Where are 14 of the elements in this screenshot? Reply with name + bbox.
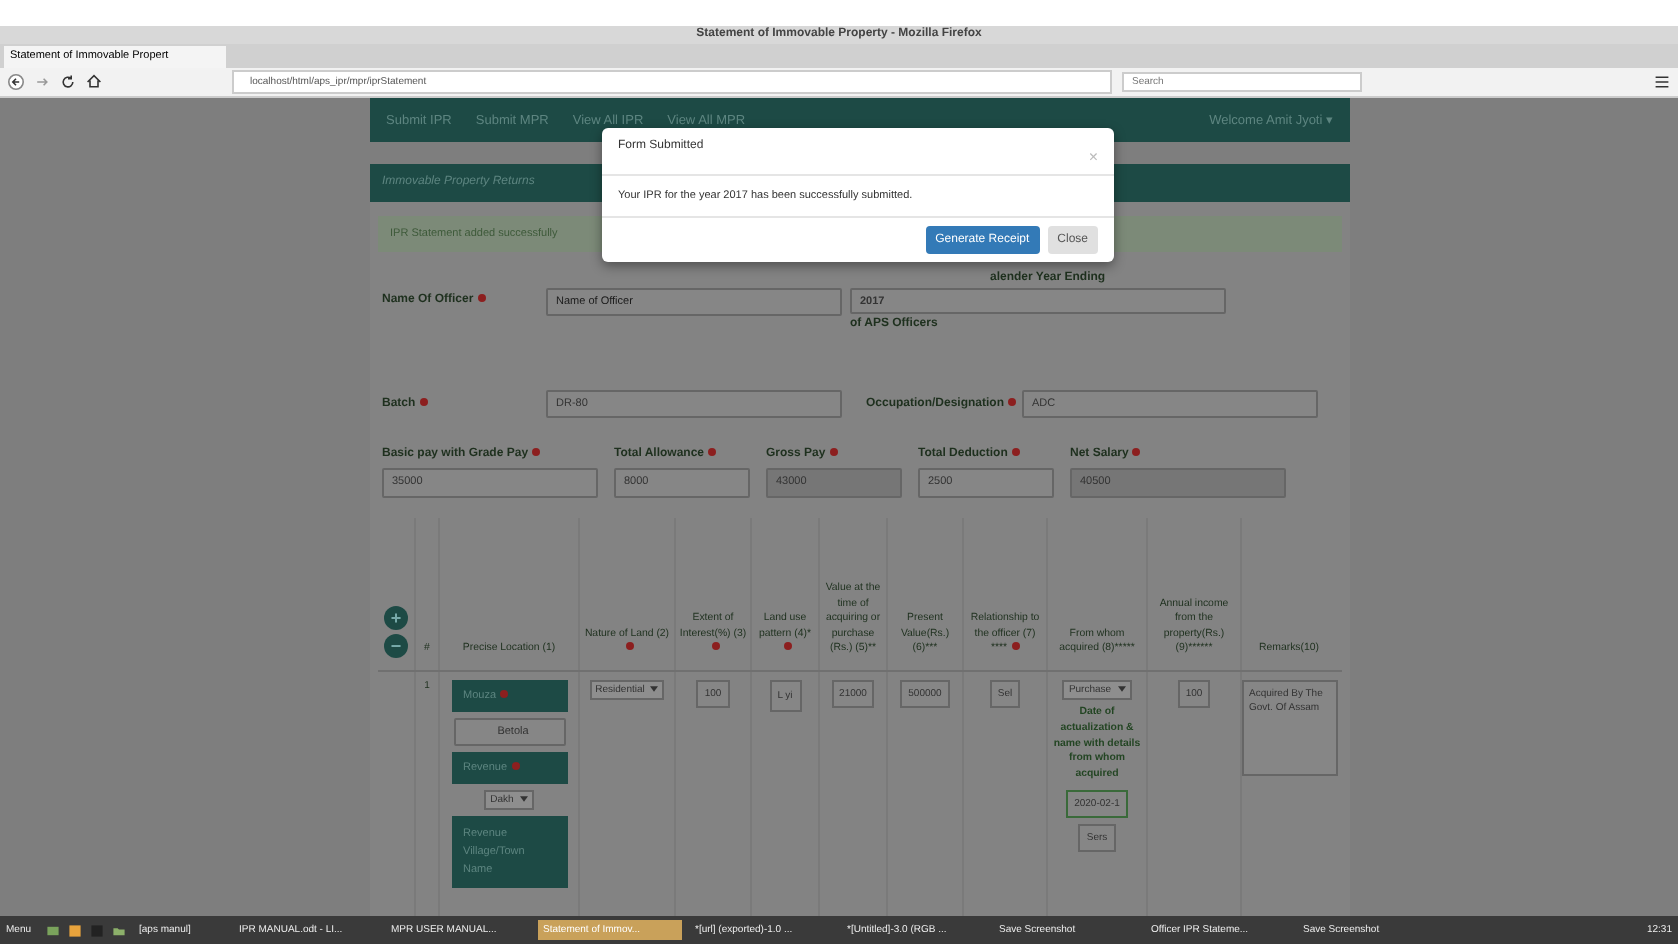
folder-icon[interactable] <box>111 923 126 937</box>
add-row-button[interactable]: + <box>384 606 408 630</box>
close-icon[interactable]: × <box>1088 148 1098 166</box>
home-icon[interactable] <box>86 74 102 90</box>
caret-icon <box>1117 686 1126 693</box>
back-icon[interactable] <box>8 74 24 90</box>
required-mark <box>500 690 509 698</box>
caret-icon <box>650 686 659 693</box>
required-mark <box>511 762 520 770</box>
remove-row-button[interactable]: − <box>384 634 408 658</box>
reload-icon[interactable] <box>60 74 76 90</box>
forward-icon[interactable] <box>34 74 50 90</box>
menu-icon[interactable] <box>1654 74 1670 90</box>
caret-icon <box>519 796 528 803</box>
